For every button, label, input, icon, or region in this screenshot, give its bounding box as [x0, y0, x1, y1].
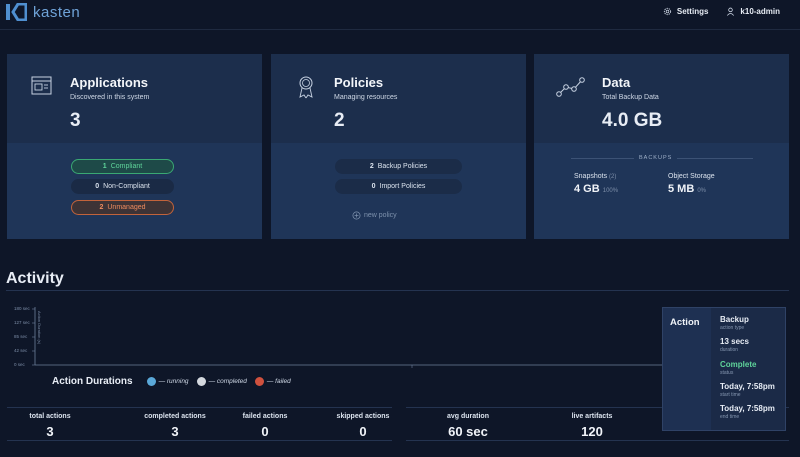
stat-label: total actions	[29, 413, 71, 420]
object-storage-size-row: 5 MB 0%	[668, 183, 706, 195]
stat-skipped-actions: skipped actions 0	[304, 413, 422, 439]
gear-icon	[663, 7, 671, 16]
stat-total-actions: total actions 3	[18, 413, 82, 439]
legend-label: — failed	[266, 378, 291, 385]
stat-label: avg duration	[446, 413, 489, 420]
y-axis-label: Action Duration (s)	[37, 311, 42, 345]
stat-value: 3	[46, 424, 54, 439]
compliant-filter[interactable]: 1 Compliant	[71, 159, 174, 174]
snapshots-percent: 100%	[602, 188, 619, 194]
data-graph-icon	[556, 77, 585, 97]
unmanaged-label: Unmanaged	[107, 204, 146, 211]
compliant-count: 1	[102, 163, 107, 170]
tooltip-end-time: Today, 7:58pm end time	[720, 404, 775, 420]
legend-item-completed[interactable]: — completed	[196, 377, 247, 386]
stat-value: 120	[581, 424, 603, 439]
stat-label: live artifacts	[571, 413, 613, 420]
user-menu[interactable]: k10-admin	[726, 7, 780, 16]
user-label: k10-admin	[740, 7, 780, 16]
stats-divider	[7, 407, 392, 408]
data-subtitle: Total Backup Data	[602, 94, 659, 101]
snapshots-size-row: 4 GB 100%	[574, 183, 618, 195]
y-tick-label: 42 sec	[14, 348, 28, 353]
new-policy-label: new policy	[364, 212, 397, 219]
legend-label: — completed	[208, 378, 247, 385]
chart-legend: Action Durations — running — completed —…	[52, 376, 291, 387]
legend-item-failed[interactable]: — failed	[254, 377, 291, 386]
user-icon	[727, 7, 735, 16]
data-card[interactable]: Data Total Backup Data 4.0 GB	[534, 54, 789, 239]
plus-circle-icon	[352, 211, 361, 220]
y-tick-label: 85 sec	[14, 334, 28, 339]
y-tick-label: 180 sec	[14, 306, 30, 311]
legend-label: — running	[158, 378, 189, 385]
action-duration-chart[interactable]: 180 sec 127 sec 85 sec 42 sec 0 sec Acti…	[6, 303, 662, 371]
legend-item-running[interactable]: — running	[146, 377, 189, 386]
activity-title: Activity	[6, 270, 64, 287]
object-storage-percent: 0%	[697, 188, 707, 194]
failed-dot-icon	[254, 377, 264, 386]
stat-live-artifacts: live artifacts 120	[547, 413, 637, 439]
policy-badge-icon	[299, 76, 313, 99]
legend-title: Action Durations	[52, 376, 133, 387]
unmanaged-count: 2	[99, 204, 104, 211]
settings-label: Settings	[676, 7, 709, 16]
stat-label: skipped actions	[336, 413, 390, 420]
top-bar: kasten Settings k10-admin	[0, 0, 800, 30]
object-storage-size: 5 MB	[668, 183, 695, 195]
new-policy-button[interactable]: new policy	[352, 211, 397, 220]
applications-card[interactable]: Applications Discovered in this system 3…	[7, 54, 262, 239]
stat-value: 60 sec	[448, 424, 488, 439]
y-tick-label: 0 sec	[14, 362, 25, 367]
data-title: Data	[602, 75, 631, 90]
action-tooltip: Action Backup action type 13 secs durati…	[662, 307, 786, 431]
applications-subtitle: Discovered in this system	[70, 94, 150, 101]
stats-bottom-divider	[406, 440, 789, 441]
chart-axes	[32, 307, 662, 368]
completed-dot-icon	[196, 377, 206, 386]
backup-policies-filter[interactable]: 2 Backup Policies	[335, 159, 462, 174]
snapshots-label: Snapshots (2)	[574, 173, 617, 180]
policies-count: 2	[334, 110, 345, 131]
stats-bottom-divider	[7, 440, 392, 441]
y-tick-label: 127 sec	[14, 320, 30, 325]
tooltip-status: Complete status	[720, 360, 757, 376]
import-policies-filter[interactable]: 0 Import Policies	[335, 179, 462, 194]
policies-subtitle: Managing resources	[334, 94, 398, 101]
snapshots-size: 4 GB	[574, 183, 600, 195]
object-storage-label: Object Storage	[668, 173, 715, 180]
tooltip-heading: Action	[670, 317, 700, 328]
unmanaged-filter[interactable]: 2 Unmanaged	[71, 200, 174, 215]
noncompliant-label: Non-Compliant	[103, 183, 150, 190]
applications-title: Applications	[70, 75, 149, 90]
tooltip-action-type: Backup action type	[720, 315, 749, 331]
backup-policies-label: Backup Policies	[377, 163, 428, 170]
applications-count: 3	[70, 110, 81, 131]
brand-logo[interactable]: kasten	[6, 3, 80, 21]
stat-value: 0	[359, 424, 367, 439]
backup-policies-count: 2	[369, 163, 374, 170]
snapshots-count: (2)	[609, 174, 617, 180]
backups-heading: BACKUPS	[634, 155, 678, 161]
settings-link[interactable]: Settings	[663, 7, 709, 16]
compliant-label: Compliant	[110, 163, 143, 170]
data-total: 4.0 GB	[602, 110, 663, 131]
noncompliant-count: 0	[95, 183, 100, 190]
activity-divider	[6, 290, 789, 291]
application-window-icon	[31, 76, 52, 95]
import-policies-label: Import Policies	[379, 183, 426, 190]
import-policies-count: 0	[371, 183, 376, 190]
kasten-logo-icon	[6, 3, 27, 21]
running-dot-icon	[146, 377, 156, 386]
policies-title: Policies	[334, 75, 384, 90]
brand-name: kasten	[33, 3, 81, 21]
stat-avg-duration: avg duration 60 sec	[418, 413, 518, 439]
tooltip-duration: 13 secs duration	[720, 337, 749, 353]
tooltip-start-time: Today, 7:58pm start time	[720, 382, 775, 398]
noncompliant-filter[interactable]: 0 Non-Compliant	[71, 179, 174, 194]
policies-card[interactable]: Policies Managing resources 2 2 Backup P…	[271, 54, 526, 239]
